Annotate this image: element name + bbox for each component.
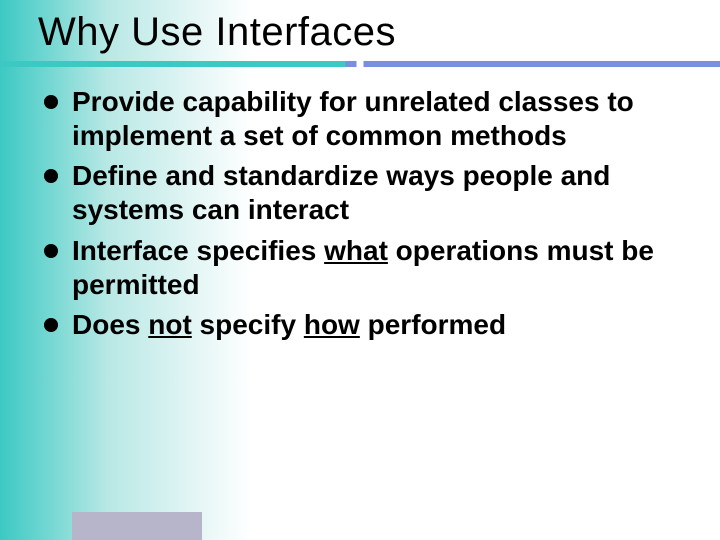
bullet-text-underlined: how <box>304 309 360 340</box>
bullet-item: Does not specify how performed <box>72 308 672 342</box>
bullet-item: Define and standardize ways people and s… <box>72 159 672 227</box>
bullet-item: Provide capability for unrelated classes… <box>72 85 672 153</box>
bullet-text-pre: Interface specifies <box>72 235 324 266</box>
footer-accent <box>72 512 202 540</box>
bullet-icon <box>44 318 58 332</box>
bullet-text-post: performed <box>360 309 506 340</box>
bullet-icon <box>44 169 58 183</box>
bullet-list: Provide capability for unrelated classes… <box>0 67 720 342</box>
title-area: Why Use Interfaces <box>0 0 720 55</box>
bullet-text: Provide capability for unrelated classes… <box>72 86 634 151</box>
bullet-icon <box>44 244 58 258</box>
bullet-text: Define and standardize ways people and s… <box>72 160 610 225</box>
slide-title: Why Use Interfaces <box>38 10 720 55</box>
bullet-text-underlined: what <box>324 235 388 266</box>
bullet-item: Interface specifies what operations must… <box>72 234 672 302</box>
bullet-text-mid: specify <box>192 309 304 340</box>
bullet-text-pre: Does <box>72 309 148 340</box>
bullet-icon <box>44 95 58 109</box>
bullet-text-underlined: not <box>148 309 192 340</box>
